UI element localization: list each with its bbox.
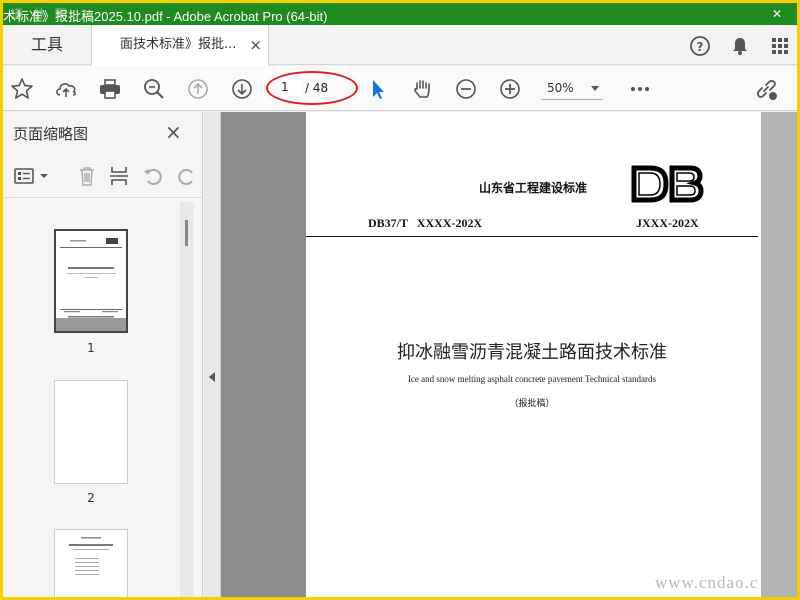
next-page-edge — [761, 112, 797, 597]
panel-title: 页面缩略图 — [13, 125, 89, 143]
zoom-in-icon[interactable] — [497, 76, 523, 102]
document-title-chinese: 抑冰融雪沥青混凝土路面技术标准 — [397, 342, 667, 363]
thumbnail-scrollbar[interactable] — [180, 202, 194, 597]
close-tab-button[interactable]: × — [249, 25, 262, 65]
help-icon[interactable]: ? — [687, 33, 713, 59]
rotate-right-icon[interactable] — [175, 164, 199, 188]
previous-page-icon[interactable] — [185, 76, 211, 102]
tab-bar: 工具 面技术标准》报批... × ? — [3, 25, 797, 66]
thumbnail-page-1[interactable] — [54, 229, 128, 333]
thumbnail-page-3[interactable] — [54, 529, 128, 597]
header-rule — [306, 236, 758, 237]
zoom-out-icon[interactable] — [453, 76, 479, 102]
thumbnail-toolbar — [3, 158, 202, 198]
pdf-page: 山东省工程建设标准 DB37/T XXXX-202X JXXX-202X 抑冰融… — [306, 112, 761, 597]
rotate-left-icon[interactable] — [141, 164, 165, 188]
standard-code: DB37/T XXXX-202X — [368, 216, 483, 230]
page-thumbnails-panel: 页面缩略图 × 1 2 — [3, 112, 203, 597]
tab-tools[interactable]: 工具 — [3, 25, 91, 65]
document-status: （报批稿） — [509, 399, 555, 409]
document-viewport[interactable]: 山东省工程建设标准 DB37/T XXXX-202X JXXX-202X 抑冰融… — [221, 112, 797, 597]
document-organization: 山东省工程建设标准 — [479, 181, 588, 195]
next-page-icon[interactable] — [229, 76, 255, 102]
svg-text:?: ? — [697, 40, 704, 54]
bookmark-star-icon[interactable] — [9, 76, 35, 102]
panel-collapse-handle[interactable] — [204, 112, 221, 597]
apps-grid-icon[interactable] — [767, 33, 793, 59]
acrobat-window: 术标准》报批稿2025.10.pdf - Adobe Acrobat Pro (… — [3, 3, 797, 597]
tab-document[interactable]: 面技术标准》报批... × — [91, 25, 269, 66]
overlay-watermark: 道 林 网 — [11, 7, 70, 21]
thumbnail-options-icon[interactable] — [13, 164, 51, 188]
close-window-button[interactable]: ✕ — [757, 3, 797, 25]
thumbnail-label: 2 — [87, 491, 95, 505]
scrollbar-thumb[interactable] — [185, 220, 188, 246]
document-tab-label: 面技术标准》报批... — [120, 37, 237, 52]
cloud-upload-icon[interactable] — [53, 76, 79, 102]
site-watermark: www.cndao.c — [655, 573, 759, 592]
main-toolbar: 1 / 48 50% — [3, 66, 797, 111]
share-link-icon[interactable] — [753, 76, 779, 102]
print-icon[interactable] — [97, 76, 123, 102]
insert-page-icon[interactable] — [107, 164, 131, 188]
thumbnail-label: 1 — [87, 341, 95, 355]
hand-tool-icon[interactable] — [409, 76, 435, 102]
notifications-bell-icon[interactable] — [727, 33, 753, 59]
close-panel-button[interactable]: × — [165, 120, 182, 144]
zoom-search-icon[interactable] — [141, 76, 167, 102]
title-bar: 术标准》报批稿2025.10.pdf - Adobe Acrobat Pro (… — [3, 3, 797, 25]
red-annotation-ellipse — [266, 71, 358, 105]
chevron-down-icon — [591, 86, 599, 91]
thumbnail-page-2[interactable] — [54, 380, 128, 484]
document-title-english: Ice and snow melting asphalt concrete pa… — [407, 374, 657, 384]
more-tools-icon[interactable] — [627, 76, 653, 102]
db-logo — [630, 164, 704, 204]
select-cursor-icon[interactable] — [365, 76, 391, 102]
standard-code-alt: JXXX-202X — [636, 216, 699, 230]
zoom-level-select[interactable]: 50% — [541, 78, 603, 100]
collapse-arrow-icon — [209, 372, 215, 382]
delete-page-icon[interactable] — [75, 164, 99, 188]
